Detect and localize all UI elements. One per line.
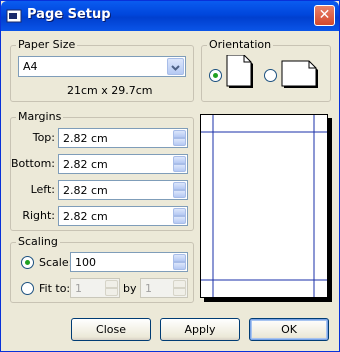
fit-height-up-button[interactable]	[173, 280, 186, 288]
by-label: by	[123, 282, 137, 295]
fit-height-value[interactable]: 1	[145, 282, 152, 295]
page-setup-dialog: Page Setup ✕ Paper Size A4 21cm x 29.7cm…	[0, 0, 340, 352]
margin-right-spinner[interactable]: 2.82 cm	[58, 206, 188, 226]
margin-top-up-button[interactable]	[173, 130, 186, 138]
margin-top-value[interactable]: 2.82 cm	[63, 132, 108, 145]
margin-bottom-up-button[interactable]	[173, 156, 186, 164]
margin-bottom-value[interactable]: 2.82 cm	[63, 158, 108, 171]
margins-group: Margins Top: 2.82 cm Bottom: 2.82 cm Lef…	[10, 110, 194, 231]
margin-left-label: Left:	[30, 183, 55, 196]
close-button[interactable]: Close	[71, 318, 151, 341]
margin-right-label: Right:	[22, 209, 55, 222]
scale-up-button[interactable]	[173, 254, 186, 262]
orientation-group: Orientation	[201, 38, 331, 102]
scale-down-button[interactable]	[173, 262, 186, 270]
paper-size-group: Paper Size A4 21cm x 29.7cm	[10, 38, 194, 102]
margin-top-spinner[interactable]: 2.82 cm	[58, 128, 188, 148]
fit-height-down-button[interactable]	[173, 288, 186, 296]
margin-left-value[interactable]: 2.82 cm	[63, 184, 108, 197]
scaling-group: Scaling Scale: 100 Fit to: 1 by 1	[10, 235, 194, 303]
margin-right-value[interactable]: 2.82 cm	[63, 210, 108, 223]
paper-size-dropdown-button[interactable]	[167, 58, 184, 75]
margin-right-up-button[interactable]	[173, 208, 186, 216]
fit-width-down-button[interactable]	[105, 288, 118, 296]
window-title: Page Setup	[27, 7, 111, 22]
close-window-button[interactable]: ✕	[314, 5, 335, 26]
chevron-down-icon	[171, 65, 180, 71]
fit-width-value[interactable]: 1	[75, 282, 82, 295]
fit-to-radio[interactable]	[21, 282, 34, 295]
portrait-page-icon	[226, 55, 253, 88]
scaling-label: Scaling	[16, 235, 60, 248]
margin-guides	[201, 115, 327, 297]
margin-left-spinner[interactable]: 2.82 cm	[58, 180, 188, 200]
page-preview	[200, 114, 328, 298]
page-setup-icon	[6, 9, 22, 23]
ok-button[interactable]: OK	[249, 318, 329, 341]
fit-height-spinner[interactable]: 1	[140, 278, 188, 298]
paper-size-dropdown[interactable]: A4	[18, 56, 186, 77]
margin-top-down-button[interactable]	[173, 138, 186, 146]
margin-left-down-button[interactable]	[173, 190, 186, 198]
scale-label[interactable]: Scale:	[39, 256, 72, 269]
margin-bottom-down-button[interactable]	[173, 164, 186, 172]
margin-bottom-label: Bottom:	[10, 157, 55, 170]
margins-label: Margins	[16, 110, 64, 123]
fit-to-label[interactable]: Fit to:	[39, 282, 70, 295]
margin-left-up-button[interactable]	[173, 182, 186, 190]
margin-bottom-spinner[interactable]: 2.82 cm	[58, 154, 188, 174]
paper-dimensions: 21cm x 29.7cm	[67, 84, 153, 97]
portrait-radio[interactable]	[209, 69, 222, 82]
scale-value[interactable]: 100	[75, 256, 96, 269]
paper-size-value: A4	[23, 60, 38, 73]
orientation-label: Orientation	[207, 38, 274, 51]
apply-button[interactable]: Apply	[160, 318, 240, 341]
landscape-radio[interactable]	[264, 69, 277, 82]
margin-top-label: Top:	[32, 131, 55, 144]
landscape-page-icon	[281, 60, 318, 88]
scale-spinner[interactable]: 100	[70, 252, 188, 272]
paper-size-label: Paper Size	[16, 38, 78, 51]
fit-width-up-button[interactable]	[105, 280, 118, 288]
margin-right-down-button[interactable]	[173, 216, 186, 224]
fit-width-spinner[interactable]: 1	[70, 278, 120, 298]
scale-radio[interactable]	[21, 256, 34, 269]
title-bar[interactable]: Page Setup ✕	[1, 1, 339, 31]
